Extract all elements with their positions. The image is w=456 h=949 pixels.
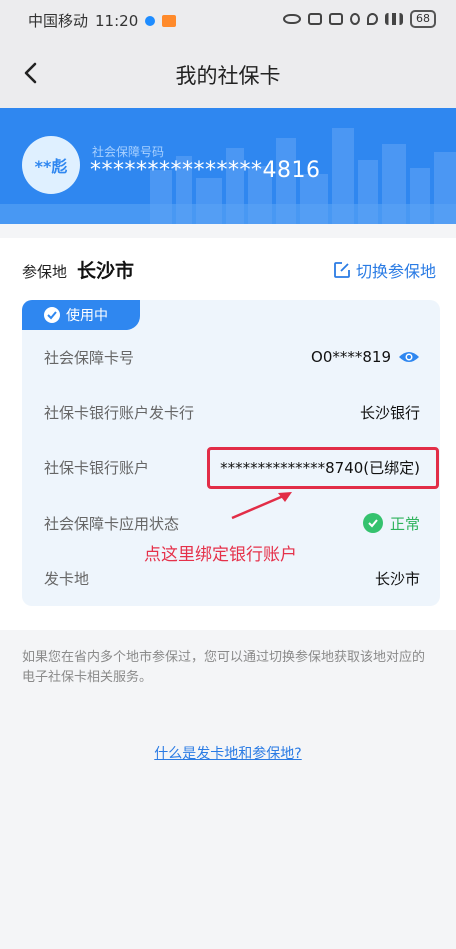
status-badge: 使用中	[22, 300, 140, 330]
check-icon	[44, 307, 60, 323]
status-bar: 中国移动 11:20 68	[0, 0, 456, 40]
nfc-icon	[308, 13, 322, 25]
highlight-box	[207, 447, 439, 489]
help-link[interactable]: 什么是发卡地和参保地?	[0, 743, 456, 763]
issuing-place-label: 发卡地	[44, 569, 90, 588]
carrier-label: 中国移动	[28, 12, 89, 30]
annotation-text: 点这里绑定银行账户	[144, 545, 297, 565]
issuing-place-row: 发卡地 长沙市	[44, 563, 420, 593]
switch-insured-place-label: 切换参保地	[355, 262, 436, 281]
card-number-row: 社会保障卡号 O0****819	[44, 342, 420, 372]
issuing-place-value: 长沙市	[374, 569, 420, 588]
insured-place-label: 参保地	[22, 263, 68, 281]
status-right: 68	[283, 10, 436, 28]
card-info-section: 参保地 长沙市 切换参保地 使用中 社会保障卡号 O0****819 社保卡银行…	[0, 238, 456, 630]
show-number-eye-icon[interactable]	[398, 349, 420, 365]
notification-icon	[162, 14, 177, 27]
location-icon	[367, 13, 378, 25]
insured-place: 参保地 长沙市	[22, 256, 134, 283]
success-check-icon	[362, 513, 383, 533]
annotation-arrow-icon	[231, 492, 292, 520]
battery-indicator: 68	[410, 10, 436, 28]
location-dot-icon	[145, 15, 156, 26]
bank-account-label: 社保卡银行账户	[44, 458, 150, 477]
status-badge-label: 使用中	[66, 308, 108, 324]
bluetooth-icon	[350, 13, 360, 25]
page-title: 我的社保卡	[175, 64, 281, 88]
signal-icon	[385, 13, 403, 25]
switch-insured-place-button[interactable]: 切换参保地	[333, 258, 436, 282]
status-left: 中国移动 11:20	[28, 10, 177, 31]
issuing-bank-row: 社保卡银行账户发卡行 长沙银行	[44, 397, 420, 427]
issuing-bank-label: 社保卡银行账户发卡行	[44, 403, 195, 422]
clock: 11:20	[95, 11, 139, 30]
edit-icon	[334, 262, 350, 278]
top-bar: 中国移动 11:20 68 我的社保卡	[0, 0, 456, 108]
social-security-number: ***************4816	[90, 158, 321, 183]
insured-place-city: 长沙市	[77, 260, 135, 282]
eye-status-icon	[283, 14, 301, 24]
issuing-bank-value: 长沙银行	[359, 403, 420, 422]
card-number-label: 社会保障卡号	[44, 348, 135, 367]
info-note: 如果您在省内多个地市参保过，您可以通过切换参保地获取该地对应的电子社保卡相关服务…	[22, 650, 426, 685]
app-status-value: 正常	[389, 514, 420, 533]
vibrate-icon	[329, 13, 343, 25]
card-banner: **彪 社会保障号码 ***************4816	[0, 108, 456, 224]
app-status-label: 社会保障卡应用状态	[44, 514, 180, 533]
avatar: **彪	[22, 136, 80, 194]
card-number-value: O0****819	[311, 348, 391, 366]
card-number-value-group: O0****819	[311, 348, 420, 366]
app-status-value-group: 正常	[362, 513, 420, 534]
